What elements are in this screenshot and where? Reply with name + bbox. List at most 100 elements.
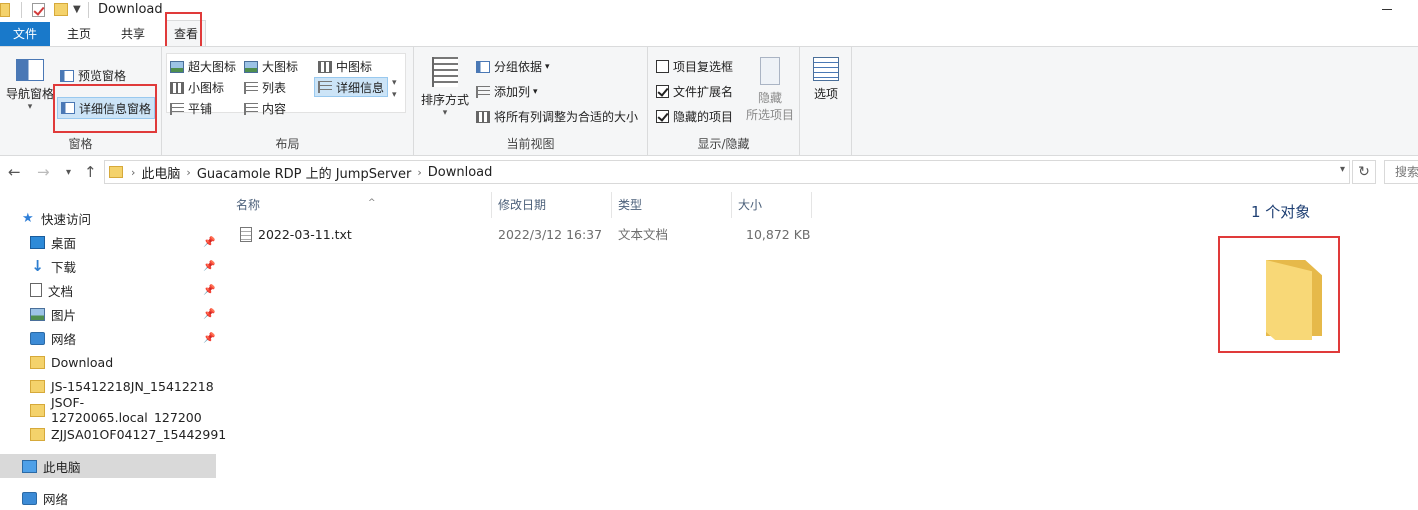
tiles-icon [170,102,184,115]
sidebar-item-label: JSOF-12720065.local_127200 [51,398,202,422]
pane-group-label: 窗格 [68,137,93,151]
layout-item-label: 超大图标 [188,60,237,74]
navigation-pane: ★ 快速访问 桌面 📌 ↓ 下载 📌 文档 📌 图片 📌 网络 📌 Downlo… [0,188,226,510]
recent-locations-dropdown[interactable]: ▾ [66,167,71,178]
layout-gallery-scroll[interactable]: ▾ ▾ [392,77,397,101]
breadcrumb-jumpserver[interactable]: Guacamole RDP 上的 JumpServer [197,163,412,182]
file-name-cell[interactable]: 2022-03-11.txt [240,224,352,246]
sort-icon [432,57,458,87]
layout-item-label: 详细信息 [336,80,385,95]
hide-selected-button[interactable]: 隐藏 所选项目 [742,57,798,123]
text-file-icon [240,227,252,242]
chevron-right-icon[interactable]: › [131,166,135,179]
hidden-items-label: 隐藏的项目 [673,110,734,124]
tab-home[interactable]: 主页 [56,22,102,46]
address-history-dropdown[interactable]: ▾ [1340,164,1345,175]
layout-tiles[interactable]: 平铺 [170,100,212,117]
layout-content[interactable]: 内容 [244,100,286,117]
medium-icons-icon [318,60,332,73]
table-row[interactable]: 2022-03-11.txt 2022/3/12 16:37 文本文档 10,8… [218,224,818,246]
breadcrumb-download[interactable]: Download [428,165,493,180]
sidebar-item-folder[interactable]: JSOF-12720065.local_127200 [0,398,216,422]
add-columns-label: 添加列 [494,85,531,99]
download-icon: ↓ [31,257,44,275]
chevron-right-icon[interactable]: › [186,166,190,179]
minimize-button[interactable] [1382,9,1392,10]
file-extensions-checkbox[interactable] [656,85,669,98]
selection-count: 1 个对象 [1251,203,1311,221]
sidebar-item-download-folder[interactable]: Download [0,350,216,374]
back-arrow-icon[interactable]: ← [8,163,21,181]
file-size-cell: 10,872 KB [746,227,811,242]
column-header-label: 类型 [618,198,643,212]
file-extensions-toggle[interactable]: 文件扩展名 [656,83,733,100]
tab-file[interactable]: 文件 [0,22,50,46]
sidebar-item-downloads[interactable]: ↓ 下载 📌 [0,254,216,278]
up-arrow-icon[interactable]: ↑ [84,163,97,181]
item-checkboxes-toggle[interactable]: 项目复选框 [656,58,733,75]
hidden-items-toggle[interactable]: 隐藏的项目 [656,108,733,125]
options-button[interactable]: 选项 [804,57,848,102]
layout-small-icons[interactable]: 小图标 [170,79,224,96]
sidebar-item-folder[interactable]: ZJJSA01OF04127_15442991 [0,422,226,446]
computer-icon [22,459,37,473]
chevron-right-icon[interactable]: › [417,166,421,179]
file-list: ^ 名称 修改日期 类型 大小 2022-03-11.txt 2022/3/12… [218,188,1218,510]
divider [88,2,89,18]
layout-large-icons[interactable]: 大图标 [244,58,298,75]
sidebar-item-label: 桌面 [51,235,77,251]
nav-pane-label: 导航窗格 [5,87,54,101]
layout-extra-large-icons[interactable]: 超大图标 [170,58,236,75]
sidebar-item-this-pc[interactable]: 此电脑 [0,454,216,478]
title-bar: ▼ Download [0,0,1418,20]
tab-share[interactable]: 共享 [110,22,156,46]
add-columns-button[interactable]: 添加列 ▾ [476,83,538,100]
size-all-columns-button[interactable]: 将所有列调整为合适的大小 [476,108,638,125]
forward-arrow-icon[interactable]: → [37,163,50,181]
divider [21,2,22,18]
sidebar-item-pictures[interactable]: 图片 📌 [0,302,216,326]
address-bar[interactable]: › 此电脑 › Guacamole RDP 上的 JumpServer › Do… [104,160,1350,184]
layout-item-label: 小图标 [188,81,225,95]
column-header-modified[interactable]: 修改日期 [492,192,612,218]
large-folder-icon-front [1266,260,1312,340]
sidebar-item-desktop[interactable]: 桌面 📌 [0,230,216,254]
sidebar-item-label: Download [51,354,114,370]
layout-medium-icons[interactable]: 中图标 [318,58,372,75]
sidebar-item-documents[interactable]: 文档 📌 [0,278,216,302]
column-header-type[interactable]: 类型 [612,192,732,218]
group-by-button[interactable]: 分组依据 ▾ [476,58,550,75]
item-checkboxes-label: 项目复选框 [673,60,734,74]
layout-list[interactable]: 列表 [244,79,286,96]
refresh-button[interactable]: ↻ [1352,160,1376,184]
column-header-name[interactable]: ^ 名称 [230,192,492,218]
details-pane-button[interactable]: 详细信息窗格 [57,97,156,119]
nav-pane-button[interactable]: 导航窗格 ▾ [4,59,56,112]
breadcrumb-this-pc[interactable]: 此电脑 [141,163,180,182]
preview-pane-button[interactable]: 预览窗格 [60,67,126,84]
sidebar-item-network-pinned[interactable]: 网络 📌 [0,326,216,350]
add-columns-icon [476,85,490,98]
item-checkboxes-checkbox[interactable] [656,60,669,73]
current-view-group-label: 当前视图 [506,137,555,151]
layout-item-label: 大图标 [262,60,299,74]
sidebar-item-network[interactable]: 网络 [0,486,216,510]
network-icon [22,491,37,505]
folder-icon [30,355,45,369]
options-icon [813,57,839,81]
sort-by-button[interactable]: 排序方式 ▾ [418,57,472,118]
ribbon: 导航窗格 ▾ 预览窗格 详细信息窗格 窗格 超大图标 大图标 中图标 小图标 列… [0,46,1418,156]
sidebar-item-folder[interactable]: JS-15412218JN_15412218 [0,374,216,398]
properties-icon[interactable] [32,3,45,17]
hidden-items-checkbox[interactable] [656,110,669,123]
file-name: 2022-03-11.txt [258,227,352,242]
sidebar-item-quick-access[interactable]: ★ 快速访问 [0,206,216,230]
search-input[interactable]: 搜索 [1384,160,1418,184]
tab-view[interactable]: 查看 [166,20,206,46]
column-header-size[interactable]: 大小 [732,192,812,218]
layout-details[interactable]: 详细信息 [314,77,389,97]
new-folder-icon[interactable] [54,3,68,16]
quick-access-toolbar-dropdown[interactable]: ▼ [73,4,81,15]
pin-icon: 📌 [203,284,216,296]
options-label: 选项 [813,87,838,101]
